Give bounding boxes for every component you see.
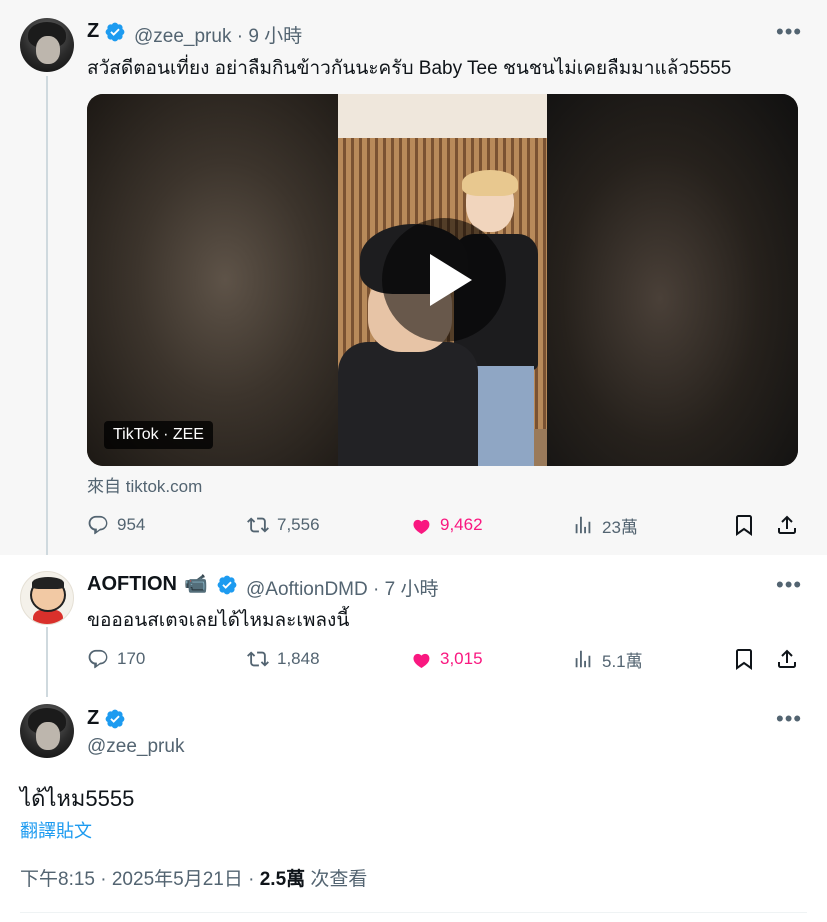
heart-icon xyxy=(413,653,430,668)
author-handle[interactable]: @zee_pruk xyxy=(87,736,184,758)
analytics-icon xyxy=(575,516,591,534)
author-handle[interactable]: @AoftionDMD · 7 小時 xyxy=(246,574,438,601)
share-icon[interactable] xyxy=(775,513,799,537)
media-source-tag: TikTok · ZEE xyxy=(104,421,213,449)
more-options-icon[interactable]: ••• xyxy=(776,706,802,732)
retweet-count: 1,848 xyxy=(277,649,320,668)
play-button[interactable] xyxy=(382,218,506,342)
reply-button[interactable]: 170 xyxy=(87,646,145,672)
heart-icon xyxy=(413,519,430,534)
video-card[interactable]: TikTok · ZEE xyxy=(87,94,798,466)
thread-line xyxy=(46,76,48,555)
view-count: 2.5萬 xyxy=(259,869,306,890)
retweet-count: 7,556 xyxy=(277,515,320,534)
divider xyxy=(20,912,807,913)
views-button[interactable]: 23萬 xyxy=(572,512,638,538)
timestamp[interactable]: 下午8:15 · 2025年5月21日 · xyxy=(20,869,260,890)
bookmark-icon[interactable] xyxy=(732,647,756,671)
video-blur-left xyxy=(87,94,338,466)
avatar[interactable] xyxy=(20,18,74,72)
reply-icon xyxy=(88,515,108,535)
retweet-icon xyxy=(247,517,269,533)
thread-line xyxy=(46,627,48,697)
verified-badge-icon xyxy=(217,575,237,595)
author-name[interactable]: Z xyxy=(87,707,99,730)
reply-button[interactable]: 954 xyxy=(87,512,145,538)
tweet-text: สวัสดีตอนเที่ยง อย่าลืมกินข้าวกันนะครับ … xyxy=(87,58,732,79)
like-count: 3,015 xyxy=(440,649,483,668)
tweet-text: ได้ไหม5555 xyxy=(20,786,135,811)
play-icon xyxy=(430,254,472,306)
view-label: 次查看 xyxy=(305,869,368,890)
retweet-button[interactable]: 1,848 xyxy=(247,646,320,672)
share-icon[interactable] xyxy=(775,647,799,671)
verified-badge-icon xyxy=(105,22,125,42)
author-name[interactable]: Z xyxy=(87,20,99,43)
reply-icon xyxy=(88,649,108,669)
author-name[interactable]: AOFTION xyxy=(87,573,177,596)
link-source[interactable]: 來自 tiktok.com xyxy=(87,472,202,497)
avatar[interactable] xyxy=(20,704,74,758)
video-blur-right xyxy=(547,94,798,466)
camera-emoji-icon: 📹 xyxy=(184,574,208,595)
bookmark-icon[interactable] xyxy=(732,513,756,537)
retweet-button[interactable]: 7,556 xyxy=(247,512,320,538)
reply-count: 170 xyxy=(117,649,146,668)
retweet-icon xyxy=(247,651,269,667)
like-button[interactable]: 3,015 xyxy=(410,646,483,672)
view-count: 23萬 xyxy=(602,517,638,537)
view-count: 5.1萬 xyxy=(602,651,643,671)
author-handle[interactable]: @zee_pruk · 9 小時 xyxy=(134,21,302,48)
reply-count: 954 xyxy=(117,515,146,534)
tweet-text: ขอออนสเตจเลยได้ไหมละเพลงนี้ xyxy=(87,610,350,631)
avatar[interactable] xyxy=(20,571,74,625)
translate-link[interactable]: 翻譯貼文 xyxy=(20,817,92,843)
verified-badge-icon xyxy=(105,709,125,729)
analytics-icon xyxy=(575,650,591,668)
like-button[interactable]: 9,462 xyxy=(410,512,483,538)
views-button[interactable]: 5.1萬 xyxy=(572,646,643,672)
like-count: 9,462 xyxy=(440,515,483,534)
more-options-icon[interactable]: ••• xyxy=(776,19,802,45)
tweet-metadata: 下午8:15 · 2025年5月21日 · 2.5萬 次查看 xyxy=(20,864,367,891)
more-options-icon[interactable]: ••• xyxy=(776,572,802,598)
